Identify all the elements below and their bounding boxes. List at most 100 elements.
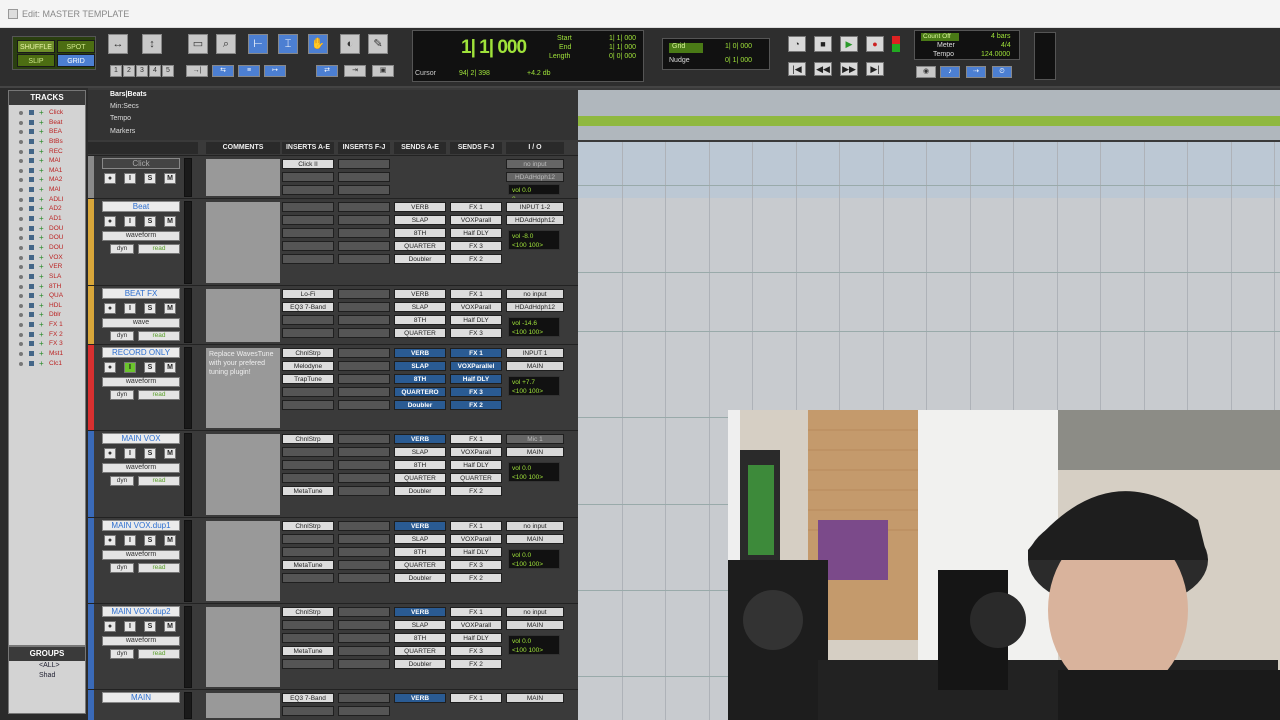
grid-label[interactable]: Grid xyxy=(669,43,703,53)
record-enable-icon[interactable]: ● xyxy=(104,621,116,632)
expand-icon[interactable]: + xyxy=(39,262,44,271)
expand-icon[interactable]: + xyxy=(39,204,44,213)
insert-slot[interactable] xyxy=(282,185,334,195)
expand-icon[interactable]: + xyxy=(39,282,44,291)
insert-slot[interactable] xyxy=(338,447,390,457)
link-timeline-icon[interactable]: ⇆ xyxy=(212,65,234,77)
track-list-item[interactable]: + MAI xyxy=(9,185,85,195)
track-list-item[interactable]: + MA1 xyxy=(9,166,85,176)
insert-slot[interactable] xyxy=(338,361,390,371)
send-slot[interactable]: VERB xyxy=(394,202,446,212)
input-monitor-icon[interactable]: I xyxy=(124,362,136,373)
track-comment[interactable] xyxy=(206,289,280,342)
show-hide-icon[interactable] xyxy=(19,130,23,135)
show-hide-icon[interactable] xyxy=(19,342,23,347)
click-track-lane[interactable] xyxy=(578,142,1280,198)
insert-slot[interactable] xyxy=(282,534,334,544)
track-list-item[interactable]: + BtBs xyxy=(9,137,85,147)
expand-icon[interactable]: + xyxy=(39,339,44,348)
volume-pan-display[interactable]: vol 0.0 <100 100> xyxy=(508,462,560,482)
send-slot[interactable]: 8TH xyxy=(394,547,446,557)
insert-slot[interactable] xyxy=(338,241,390,251)
insert-slot[interactable] xyxy=(338,328,390,338)
insertion-follows-icon[interactable]: ↦ xyxy=(264,65,286,77)
show-hide-icon[interactable] xyxy=(19,168,23,173)
expand-icon[interactable]: + xyxy=(39,291,44,300)
send-slot[interactable]: Doubler xyxy=(394,486,446,496)
show-hide-icon[interactable] xyxy=(19,313,23,318)
expand-icon[interactable]: + xyxy=(39,127,44,136)
insert-slot[interactable] xyxy=(338,620,390,630)
track-list-item[interactable]: + ADLI xyxy=(9,195,85,205)
mute-icon[interactable]: M xyxy=(164,173,176,184)
send-slot[interactable]: Half DLY xyxy=(450,633,502,643)
track-list-item[interactable]: + HDL xyxy=(9,301,85,311)
automation-mode-selector[interactable]: read xyxy=(138,649,180,659)
insert-slot[interactable] xyxy=(282,228,334,238)
send-slot[interactable]: Half DLY xyxy=(450,315,502,325)
insert-slot[interactable]: Melodyne xyxy=(282,361,334,371)
input-monitor-icon[interactable]: I xyxy=(124,621,136,632)
io-selector[interactable]: MAIN xyxy=(506,447,564,457)
track-comment[interactable] xyxy=(206,693,280,718)
expand-icon[interactable]: + xyxy=(39,118,44,127)
send-slot[interactable]: SLAP xyxy=(394,215,446,225)
insert-slot[interactable] xyxy=(282,620,334,630)
markers-ruler-label[interactable]: Markers xyxy=(110,128,135,135)
bars-beats-ruler-label[interactable]: Bars|Beats xyxy=(110,91,147,98)
send-slot[interactable]: VOXParall xyxy=(450,620,502,630)
insert-slot[interactable] xyxy=(282,215,334,225)
group-item-all[interactable]: <ALL> xyxy=(9,661,85,671)
dyn-view-button[interactable]: dyn xyxy=(110,331,134,341)
track-name-label[interactable]: MAIN VOX.dup2 xyxy=(102,606,180,617)
mute-icon[interactable]: M xyxy=(164,362,176,373)
track-list-item[interactable]: + VOX xyxy=(9,253,85,263)
record-enable-icon[interactable]: ● xyxy=(104,362,116,373)
insert-slot[interactable] xyxy=(282,172,334,182)
track-list-item[interactable]: + DOU xyxy=(9,243,85,253)
track-row[interactable]: RECORD ONLY ● I S Mwaveform dyn read Replace Wa… xyxy=(88,344,580,430)
expand-icon[interactable]: + xyxy=(39,253,44,262)
show-hide-icon[interactable] xyxy=(19,226,23,231)
io-selector[interactable]: INPUT 1 xyxy=(506,348,564,358)
insert-slot[interactable] xyxy=(338,706,390,716)
grid-mode-button[interactable]: GRID xyxy=(57,54,95,67)
stop-button-icon[interactable]: ■ xyxy=(814,36,832,52)
record-enable-icon[interactable]: ● xyxy=(104,216,116,227)
insert-slot[interactable] xyxy=(338,534,390,544)
nudge-value[interactable]: 0| 1| 000 xyxy=(725,57,752,64)
return-to-zero-icon[interactable]: |◀ xyxy=(788,62,806,76)
show-hide-icon[interactable] xyxy=(19,149,23,154)
meter-value[interactable]: 4/4 xyxy=(1001,42,1011,49)
show-hide-icon[interactable] xyxy=(19,245,23,250)
automation-mode-selector[interactable]: read xyxy=(138,244,180,254)
send-slot[interactable]: 8TH xyxy=(394,460,446,470)
track-name-label[interactable]: RECORD ONLY xyxy=(102,347,180,358)
track-comment[interactable] xyxy=(206,202,280,283)
track-row[interactable]: MAIN VOX ● I S Mwaveform dyn read ChnlStrp MetaT… xyxy=(88,430,580,517)
tempo-ruler-bar[interactable] xyxy=(578,116,1280,126)
track-row[interactable]: MAIN VOX.dup1 ● I S Mwaveform dyn read ChnlStrp… xyxy=(88,517,580,603)
zoom-preset-button[interactable]: 2 xyxy=(123,65,135,77)
insert-slot[interactable]: TrapTune xyxy=(282,374,334,384)
io-selector[interactable]: MAIN xyxy=(506,620,564,630)
grabber-tool-icon[interactable]: ✋ xyxy=(308,34,328,54)
send-slot[interactable]: 8TH xyxy=(394,374,446,384)
fast-forward-icon[interactable]: ▶▶ xyxy=(840,62,858,76)
expand-icon[interactable]: + xyxy=(39,301,44,310)
insert-slot[interactable] xyxy=(338,289,390,299)
send-slot[interactable]: VOXParall xyxy=(450,215,502,225)
track-name-label[interactable]: Click xyxy=(102,158,180,169)
insert-slot[interactable] xyxy=(282,547,334,557)
mirror-midi-icon[interactable]: ⇄ xyxy=(316,65,338,77)
send-slot[interactable]: 8TH xyxy=(394,228,446,238)
expand-icon[interactable]: + xyxy=(39,320,44,329)
io-selector[interactable]: HDAdHdph12 xyxy=(506,302,564,312)
group-item-shad[interactable]: Shad xyxy=(9,671,85,681)
insert-slot[interactable] xyxy=(338,573,390,583)
send-slot[interactable]: VERB xyxy=(394,693,446,703)
zoom-preset-button[interactable]: 3 xyxy=(136,65,148,77)
insert-slot[interactable] xyxy=(338,185,390,195)
expand-icon[interactable]: + xyxy=(39,166,44,175)
send-slot[interactable]: Half DLY xyxy=(450,460,502,470)
